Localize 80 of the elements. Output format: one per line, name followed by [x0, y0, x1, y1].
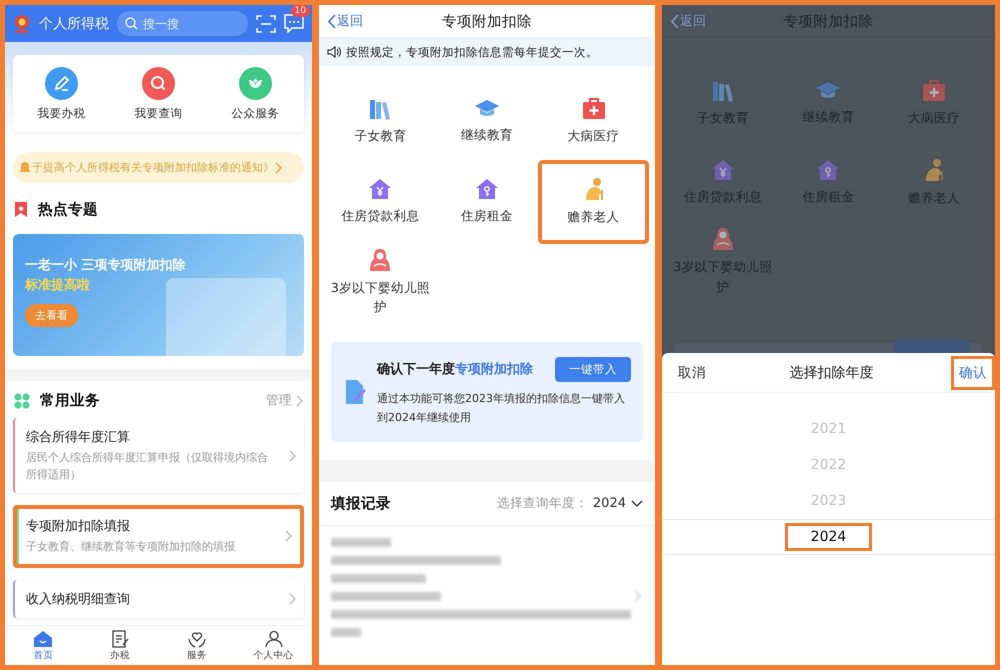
heart-hands-icon [186, 630, 207, 648]
nav-tab[interactable]: 服务 [158, 626, 236, 665]
card-description: 通过本功能可将您2023年填报的扣除信息一键带入到2024年继续使用 [377, 390, 626, 426]
banner-subheadline: 标准提高啦 [25, 276, 91, 294]
deduction-item[interactable]: 大病医疗 [540, 82, 647, 162]
year-select[interactable]: 选择查询年度： 2024 [496, 495, 643, 512]
service-description: 居民个人综合所得年度汇算申报（仅取得境内综合所得适用） [26, 450, 269, 482]
service-card[interactable]: 综合所得年度汇算 居民个人综合所得年度汇算申报（仅取得境内综合所得适用） [13, 418, 304, 493]
notice-text: 于提高个人所得税有关专项附加扣除标准的通知》 [32, 160, 274, 175]
info-text: 按照规定，专项附加扣除信息需每年提交一次。 [346, 44, 598, 60]
service-title: 综合所得年度汇算 [26, 429, 131, 446]
house-key-icon [816, 158, 840, 181]
graduation-cap-icon [815, 80, 842, 101]
section-title: 填报记录 [331, 494, 391, 513]
section-title: 热点专题 [38, 200, 98, 219]
chevron-right-icon [285, 530, 292, 542]
search-icon [142, 66, 175, 100]
nav-tab[interactable]: 办税 [82, 626, 158, 665]
section-title: 常用业务 [40, 392, 100, 410]
pencil-icon [45, 66, 78, 100]
chevron-left-icon [327, 14, 336, 28]
nav-tab[interactable]: 首页 [5, 626, 82, 665]
search-bar[interactable]: 搜一搜 [117, 11, 248, 36]
deduction-item[interactable]: 3岁以下婴幼儿照护 [327, 242, 434, 322]
service-title: 收入纳税明细查询 [26, 590, 131, 608]
chevron-left-icon [670, 14, 679, 28]
app-title: 个人所得税 [39, 14, 109, 32]
document-pen-icon [110, 630, 130, 648]
speaker-icon [327, 46, 341, 58]
deduction-item[interactable]: 住房贷款利息 [327, 162, 434, 242]
one-click-import-button[interactable]: 一键带入 [555, 356, 631, 382]
house-yuan-icon [710, 158, 735, 181]
deduction-item[interactable]: 赡养老人 [540, 162, 647, 242]
messages-button[interactable] [284, 14, 304, 33]
medical-kit-icon [582, 98, 606, 120]
books-icon [368, 98, 392, 120]
bookmark-star-icon [14, 201, 28, 218]
chat-bubble-icon [284, 14, 304, 33]
service-title: 专项附加扣除填报 [26, 518, 131, 535]
four-dots-icon [14, 392, 30, 408]
quick-action[interactable]: 我要查询 [128, 66, 188, 122]
service-description: 子女教育、继续教育等专项附加扣除的填报 [26, 539, 236, 555]
scan-button[interactable] [256, 14, 276, 32]
chevron-right-icon [289, 450, 296, 462]
message-count-badge: 10 [290, 5, 310, 17]
document-pen-icon [345, 379, 367, 405]
sheet-title: 选择扣除年度 [790, 364, 874, 382]
blurred-text [331, 628, 361, 637]
service-card[interactable]: 收入纳税明细查询 [13, 580, 304, 618]
card-title: 确认下一年度专项附加扣除 [377, 360, 533, 378]
page-title: 专项附加扣除 [442, 12, 532, 30]
deduction-item[interactable]: 住房租金 [434, 162, 540, 242]
search-input[interactable]: 搜一搜 [143, 16, 223, 30]
chevron-down-icon [631, 500, 643, 507]
confirm-button[interactable]: 确认 [951, 356, 995, 390]
flower-icon [239, 66, 272, 100]
quick-action[interactable]: 公众服务 [226, 66, 286, 122]
scan-icon [256, 14, 276, 32]
house-icon [33, 630, 54, 648]
chevron-right-icon [634, 590, 641, 602]
deduction-item[interactable]: 子女教育 [327, 82, 434, 162]
quick-action[interactable]: 我要办税 [32, 66, 92, 122]
deduction-item[interactable]: 继续教育 [434, 82, 540, 162]
banner-headline: 一老一小 三项专项附加扣除 [25, 257, 187, 274]
medical-kit-icon [922, 80, 946, 102]
back-button[interactable]: 返回 [327, 12, 363, 30]
bell-icon [19, 161, 31, 174]
chevron-right-icon [296, 394, 303, 406]
nav-tab[interactable]: 个人中心 [235, 626, 312, 665]
service-card[interactable]: 专项附加扣除填报 子女教育、继续教育等专项附加扣除的填报 [13, 505, 304, 568]
emblem-icon [13, 14, 31, 34]
house-yuan-icon [368, 178, 392, 200]
person-icon [264, 630, 284, 648]
search-icon [125, 17, 138, 30]
blurred-text [331, 538, 391, 547]
books-icon [710, 80, 735, 102]
year-option[interactable]: 2024 [786, 525, 870, 549]
house-key-icon [474, 178, 499, 200]
chevron-right-icon [275, 162, 282, 174]
chevron-right-icon [289, 592, 296, 604]
